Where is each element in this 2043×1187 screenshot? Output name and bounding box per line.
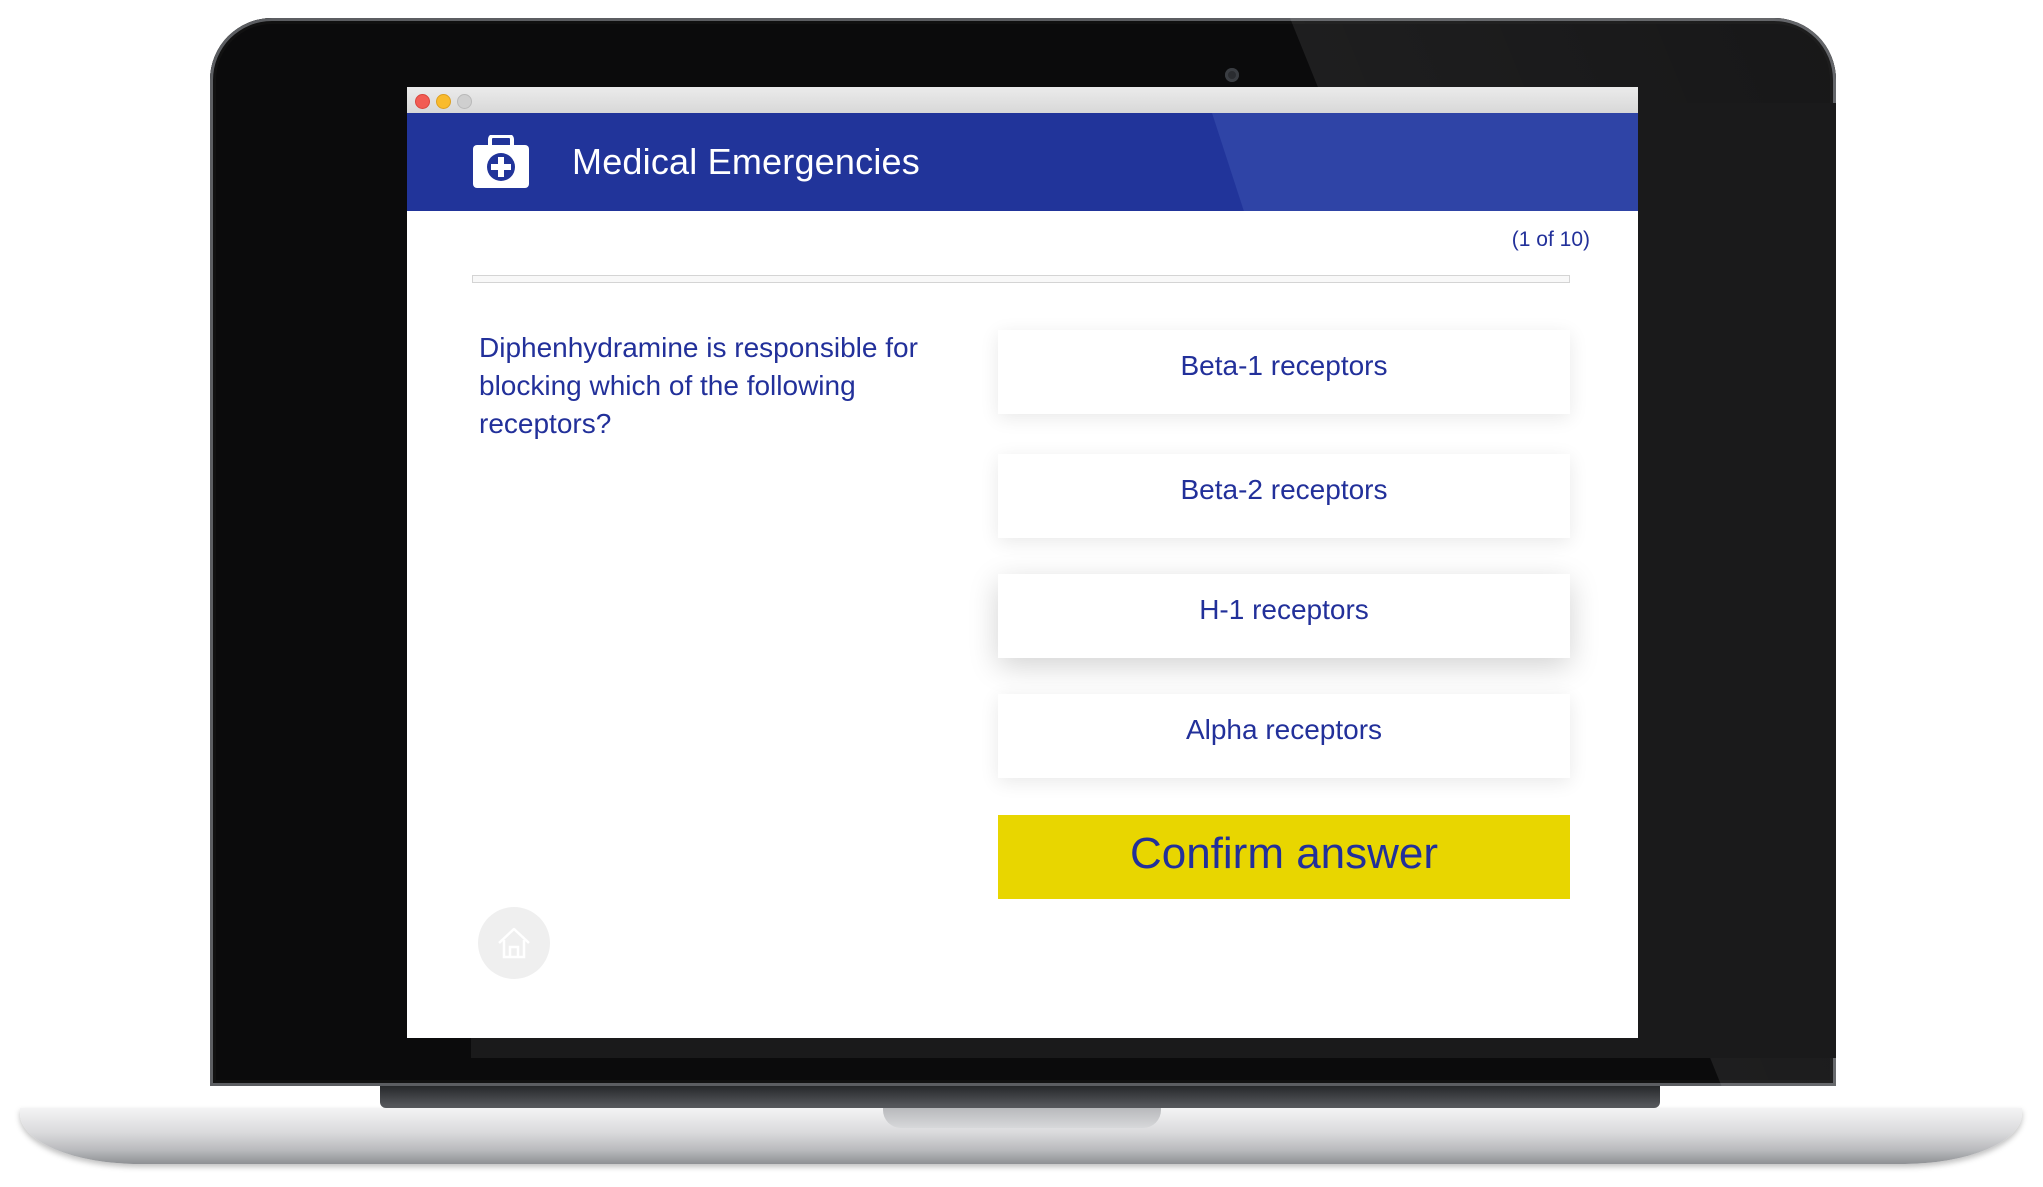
answer-option-1[interactable]: Beta-1 receptors: [998, 330, 1570, 414]
answer-option-4[interactable]: Alpha receptors: [998, 694, 1570, 778]
window-maximize-button[interactable]: [457, 94, 472, 109]
home-button[interactable]: [478, 907, 550, 979]
answer-option-2[interactable]: Beta-2 receptors: [998, 454, 1570, 538]
progress-bar: [472, 275, 1570, 283]
app-header: Medical Emergencies: [407, 113, 1638, 211]
laptop-notch: [883, 1108, 1161, 1128]
window-close-button[interactable]: [415, 94, 430, 109]
app-title: Medical Emergencies: [572, 141, 920, 182]
window-minimize-button[interactable]: [436, 94, 451, 109]
first-aid-kit-icon: [473, 135, 529, 188]
laptop-hinge: [380, 1086, 1660, 1108]
header-accent-band: [1212, 113, 1638, 211]
confirm-answer-button[interactable]: Confirm answer: [998, 815, 1570, 899]
app-window: Medical Emergencies (1 of 10) Diphenhydr…: [407, 87, 1638, 1038]
window-titlebar: [407, 87, 1638, 114]
webcam: [1225, 68, 1239, 82]
home-icon: [498, 927, 530, 959]
question-text: Diphenhydramine is responsible for block…: [479, 332, 918, 439]
answer-option-3[interactable]: H-1 receptors: [998, 574, 1570, 658]
question-counter: (1 of 10): [1511, 228, 1590, 251]
